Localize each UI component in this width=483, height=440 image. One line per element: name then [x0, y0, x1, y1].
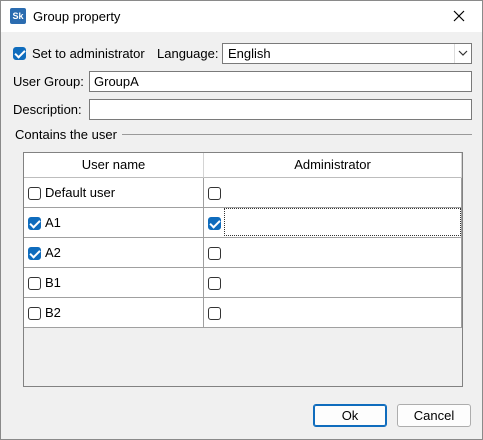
admin-checkbox[interactable]: [208, 217, 221, 230]
users-table[interactable]: User name Administrator Default user A1 …: [23, 152, 463, 387]
admin-cell[interactable]: [204, 268, 462, 298]
language-value: English: [228, 46, 271, 61]
admin-cell[interactable]: [204, 178, 462, 208]
dropdown-arrow[interactable]: [454, 44, 471, 63]
group-property-dialog: Sk Group property Set to administrator L…: [0, 0, 483, 440]
table-row[interactable]: A1: [24, 208, 204, 238]
user-name: A2: [45, 245, 61, 260]
member-checkbox[interactable]: [28, 277, 41, 290]
set-administrator-label: Set to administrator: [32, 46, 145, 61]
window-title: Group property: [33, 9, 121, 24]
title-bar: Sk Group property: [1, 1, 482, 32]
set-administrator-checkbox[interactable]: [13, 47, 26, 60]
group-box-divider: [122, 134, 472, 135]
admin-checkbox[interactable]: [208, 247, 221, 260]
column-header-user-name[interactable]: User name: [24, 153, 204, 178]
close-button[interactable]: [436, 1, 482, 32]
admin-checkbox[interactable]: [208, 307, 221, 320]
cancel-button[interactable]: Cancel: [397, 404, 471, 427]
member-checkbox[interactable]: [28, 187, 41, 200]
app-logo-icon: Sk: [10, 8, 26, 24]
admin-cell[interactable]: [204, 298, 462, 328]
table-row[interactable]: B2: [24, 298, 204, 328]
user-name: B1: [45, 275, 61, 290]
table-row[interactable]: Default user: [24, 178, 204, 208]
admin-checkbox[interactable]: [208, 187, 221, 200]
user-name: A1: [45, 215, 61, 230]
user-name: B2: [45, 305, 61, 320]
close-icon: [453, 10, 465, 22]
member-checkbox[interactable]: [28, 307, 41, 320]
table-row[interactable]: B1: [24, 268, 204, 298]
group-box-label: Contains the user: [15, 127, 117, 142]
language-select[interactable]: English: [222, 43, 472, 64]
ok-button[interactable]: Ok: [313, 404, 387, 427]
user-group-field[interactable]: GroupA: [89, 71, 472, 92]
user-group-label: User Group:: [13, 74, 84, 89]
description-field[interactable]: [89, 99, 472, 120]
table-row[interactable]: A2: [24, 238, 204, 268]
column-header-administrator[interactable]: Administrator: [204, 153, 462, 178]
language-label: Language:: [157, 46, 219, 61]
admin-checkbox[interactable]: [208, 277, 221, 290]
focused-cell[interactable]: [224, 208, 461, 236]
member-checkbox[interactable]: [28, 217, 41, 230]
user-name: Default user: [45, 185, 116, 200]
member-checkbox[interactable]: [28, 247, 41, 260]
chevron-down-icon: [458, 50, 468, 56]
admin-cell[interactable]: [204, 238, 462, 268]
description-label: Description:: [13, 102, 82, 117]
